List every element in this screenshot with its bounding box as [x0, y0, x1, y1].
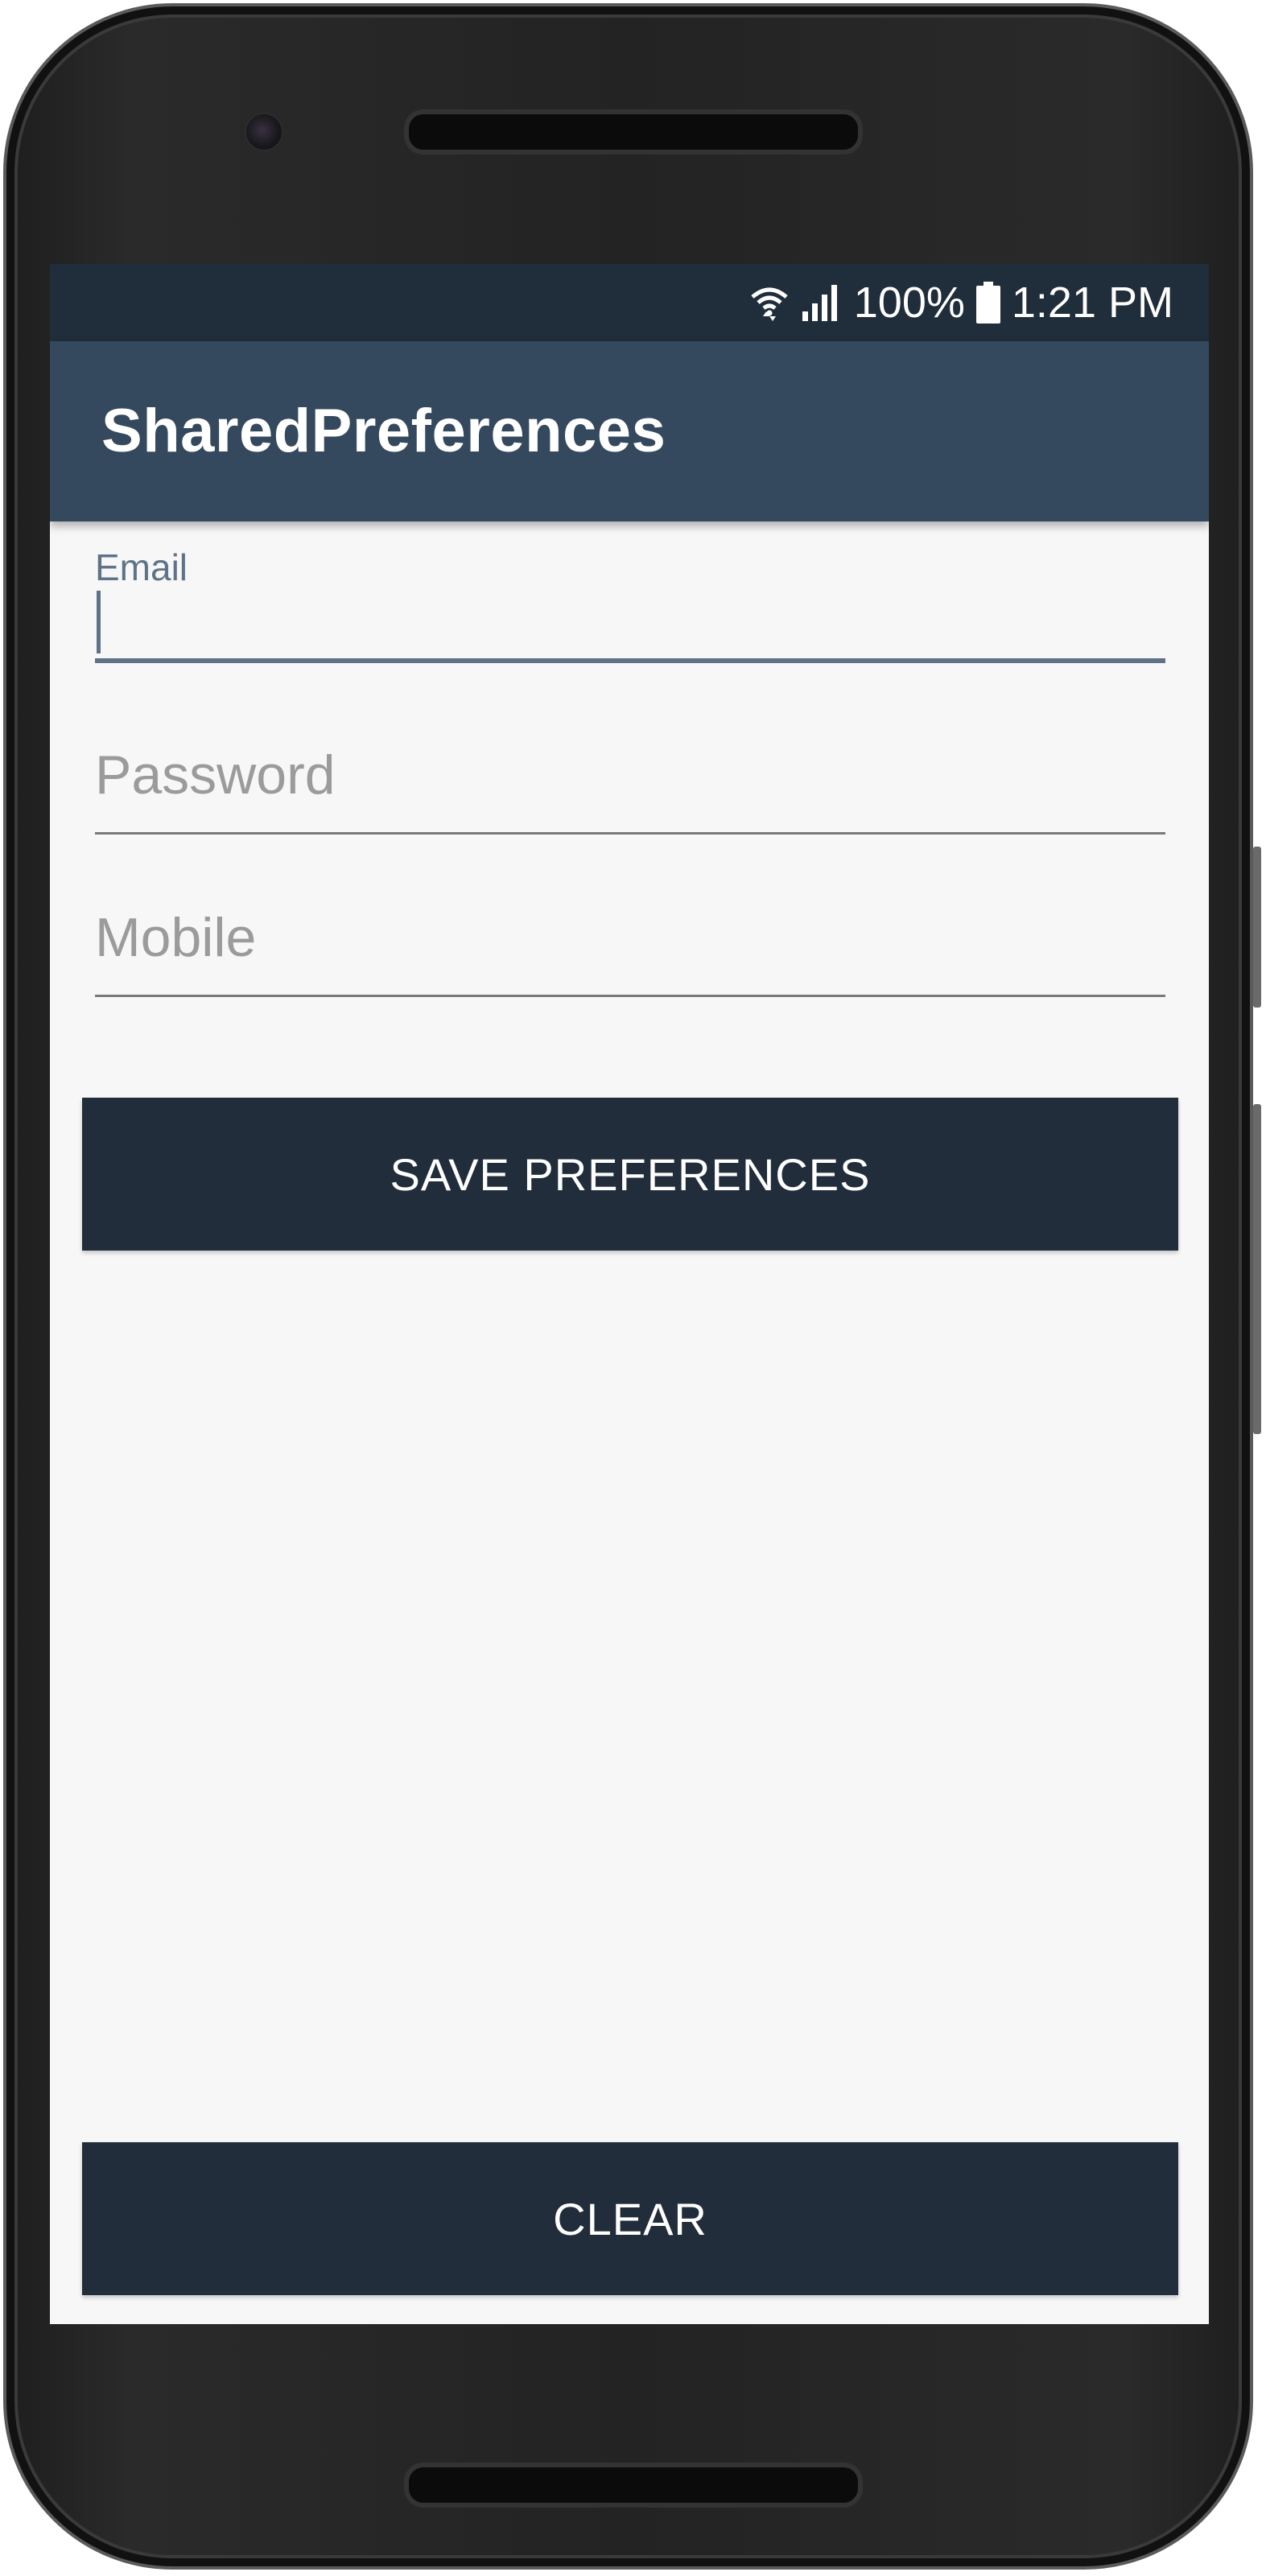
status-icons: 100% 1:21 PM: [749, 264, 1173, 341]
clear-button[interactable]: CLEAR: [82, 2142, 1178, 2295]
text-cursor: [97, 591, 101, 653]
battery-icon: [975, 282, 1000, 324]
save-preferences-button[interactable]: SAVE PREFERENCES: [82, 1098, 1178, 1251]
app-toolbar: SharedPreferences: [50, 341, 1209, 521]
email-field: Email: [95, 538, 1165, 663]
clock: 1:21 PM: [1011, 278, 1173, 327]
front-camera: [245, 113, 283, 151]
app-screen: 100% 1:21 PM SharedPreferences Email SAV…: [50, 264, 1209, 2324]
bottom-speaker-grille: [404, 2463, 863, 2508]
password-input[interactable]: [95, 731, 1165, 819]
wifi-icon: [749, 282, 790, 323]
mobile-input[interactable]: [95, 893, 1165, 982]
power-button[interactable]: [1253, 1104, 1261, 1434]
battery-text: 100%: [853, 278, 965, 327]
email-input[interactable]: [95, 589, 1165, 653]
app-title: SharedPreferences: [101, 397, 666, 465]
email-underline: [95, 658, 1165, 663]
password-underline: [95, 832, 1165, 835]
status-bar: 100% 1:21 PM: [50, 264, 1209, 341]
signal-icon: [801, 282, 843, 323]
top-speaker-grille: [404, 109, 863, 155]
email-label: Email: [95, 546, 188, 588]
mobile-field: [95, 893, 1165, 998]
mobile-underline: [95, 995, 1165, 997]
password-field: [95, 731, 1165, 835]
volume-button[interactable]: [1253, 847, 1261, 1008]
